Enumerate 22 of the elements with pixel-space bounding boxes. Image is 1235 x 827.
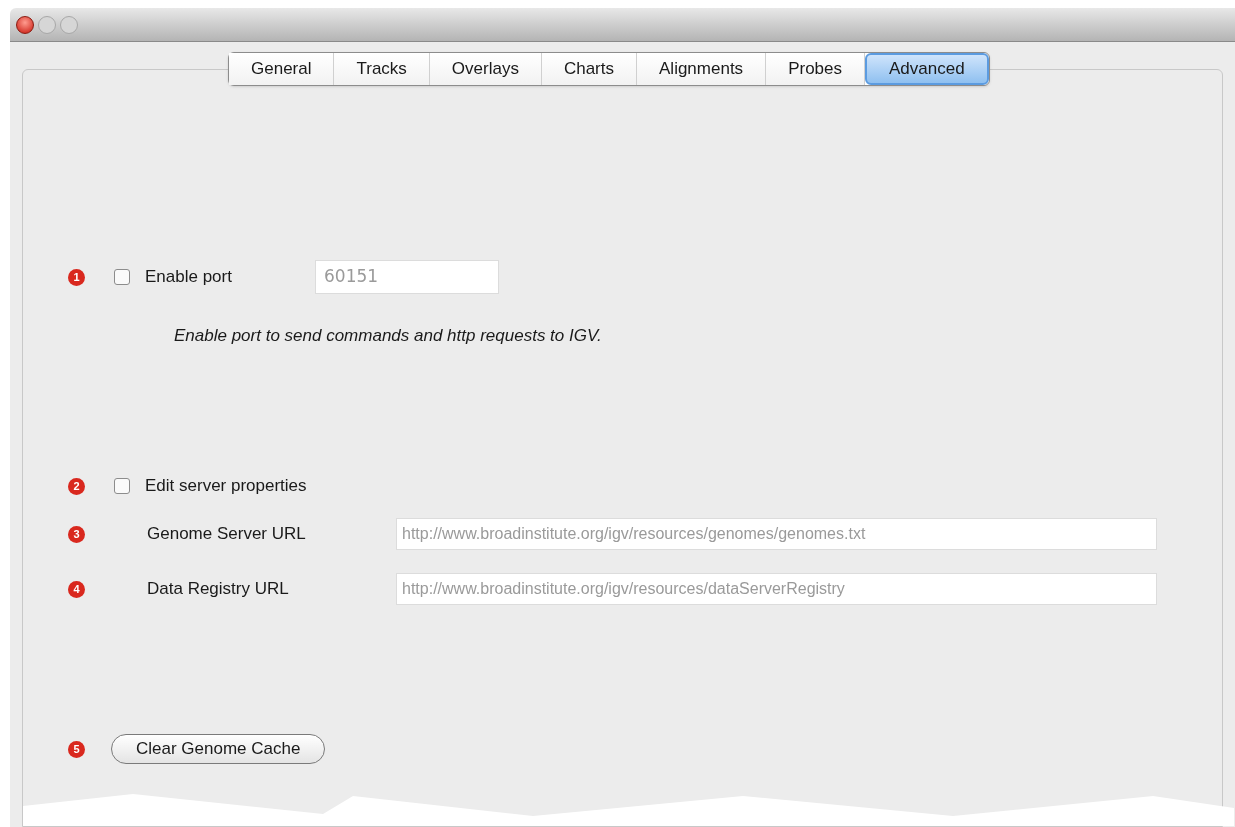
tab[interactable]: Probes (766, 53, 865, 85)
number-badge: 3 (68, 525, 85, 543)
help-text: Enable port to send commands and http requests to IGV. (174, 325, 602, 348)
tab[interactable]: Advanced (865, 53, 989, 85)
tab[interactable]: Overlays (429, 53, 542, 85)
field-label: Genome Server URL (147, 523, 307, 546)
field-label: Data Registry URL (147, 578, 290, 601)
checkbox-label: Edit server properties (145, 475, 307, 498)
number-badge: 4 (68, 580, 85, 598)
number-badge: 1 (68, 268, 85, 286)
checkbox[interactable] (114, 478, 130, 494)
checkbox[interactable] (114, 269, 130, 285)
tab[interactable]: General (229, 53, 335, 85)
tab[interactable]: Charts (541, 53, 637, 85)
number-badge: 2 (68, 477, 85, 495)
clear-cache-button[interactable]: Clear Genome Cache (111, 734, 326, 764)
tab[interactable]: Alignments (637, 53, 767, 85)
close-icon[interactable] (16, 15, 34, 34)
zoom-icon[interactable] (60, 15, 78, 34)
checkbox-label: Enable port (145, 266, 233, 289)
number-badge: 5 (68, 740, 85, 758)
tab[interactable]: Tracks (334, 53, 430, 85)
